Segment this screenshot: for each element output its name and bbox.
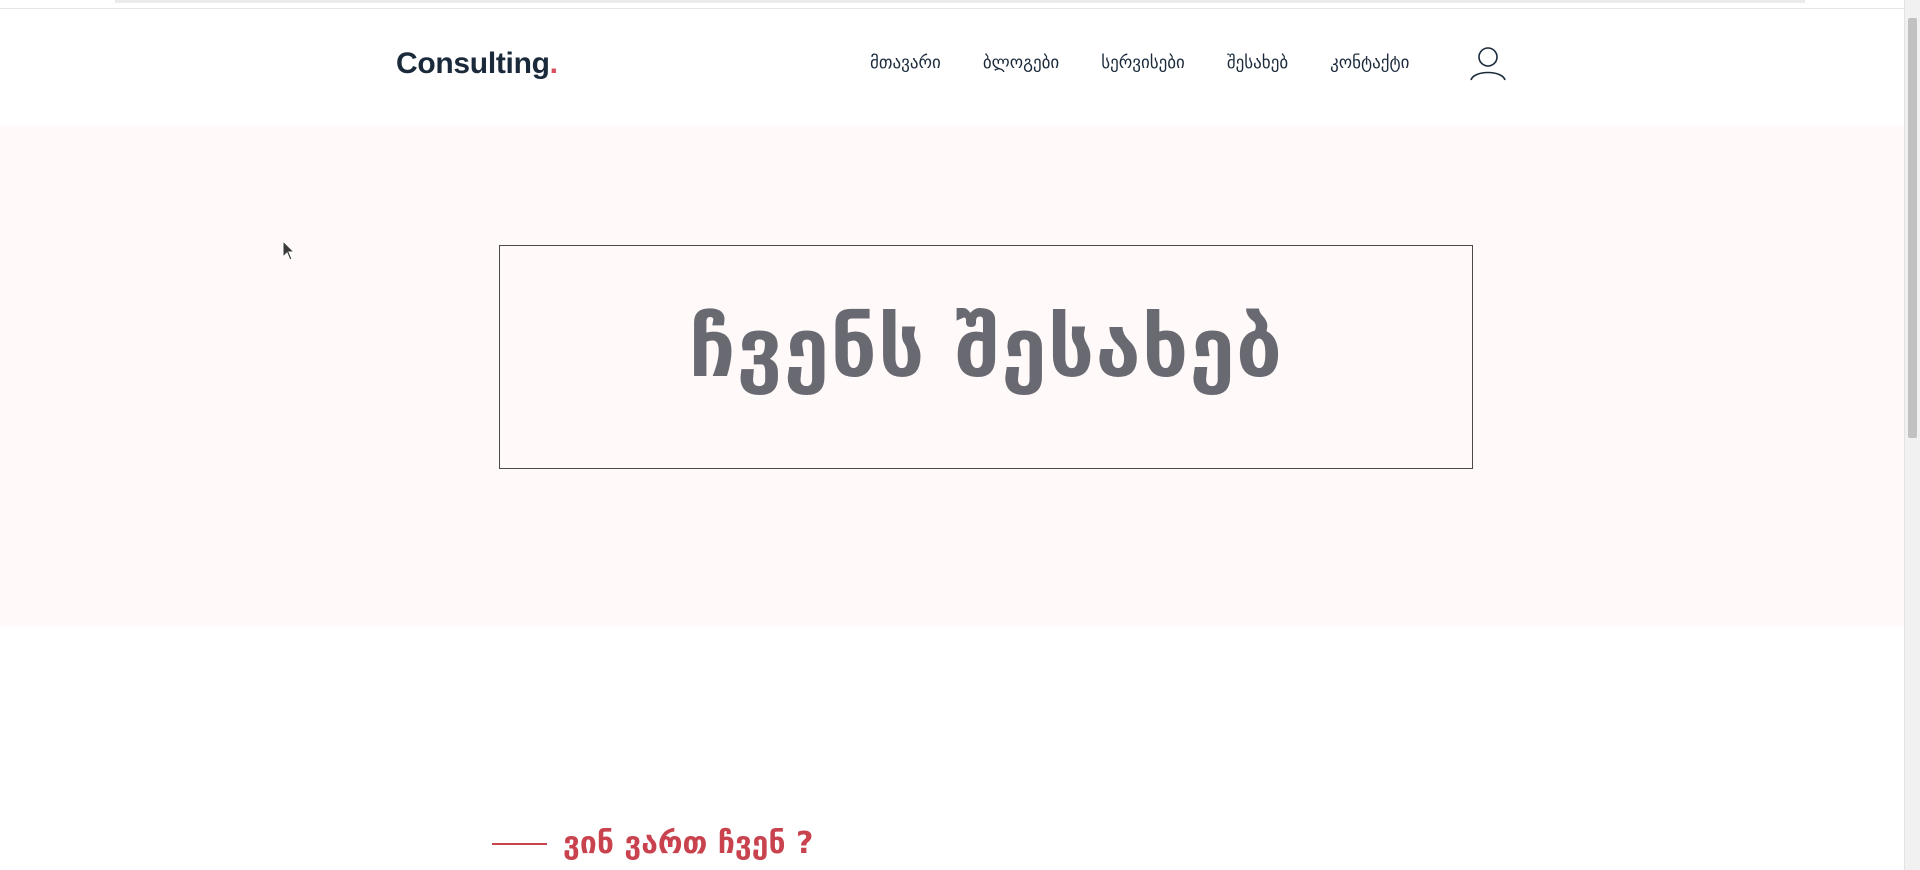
page-scrollbar[interactable] — [1904, 0, 1920, 870]
site-header: Consulting. მთავარი ბლოგები სერვისები შე… — [0, 9, 1904, 125]
mouse-cursor-icon — [282, 239, 296, 262]
nav-item-blogs[interactable]: ბლოგები — [983, 53, 1059, 73]
browser-top-strip — [0, 0, 1904, 9]
nav-item-about[interactable]: შესახებ — [1227, 53, 1288, 73]
logo-text: Consulting — [396, 47, 550, 80]
user-icon-svg — [1470, 47, 1506, 81]
who-we-are-title: ვინ ვართ ჩვენ ? — [563, 826, 814, 861]
heading-accent-line — [492, 842, 547, 845]
logo-dot: . — [549, 47, 558, 80]
main-nav: მთავარი ბლოგები სერვისები შესახებ კონტაქ… — [870, 53, 1451, 73]
hero-title: ჩვენს შესახებ — [688, 300, 1284, 396]
who-we-are-heading: ვინ ვართ ჩვენ ? — [492, 826, 813, 861]
scrollbar-thumb[interactable] — [1908, 18, 1917, 438]
nav-item-contact[interactable]: კონტაქტი — [1330, 53, 1409, 73]
page: Consulting. მთავარი ბლოგები სერვისები შე… — [0, 0, 1920, 870]
hero-title-box: ჩვენს შესახებ — [499, 245, 1473, 469]
top-strip-bar — [115, 0, 1805, 3]
logo[interactable]: Consulting. — [396, 47, 558, 81]
nav-item-home[interactable]: მთავარი — [870, 53, 941, 73]
nav-item-services[interactable]: სერვისები — [1101, 53, 1185, 73]
user-icon[interactable] — [1469, 45, 1507, 83]
hero-section: ჩვენს შესახებ — [0, 125, 1904, 627]
